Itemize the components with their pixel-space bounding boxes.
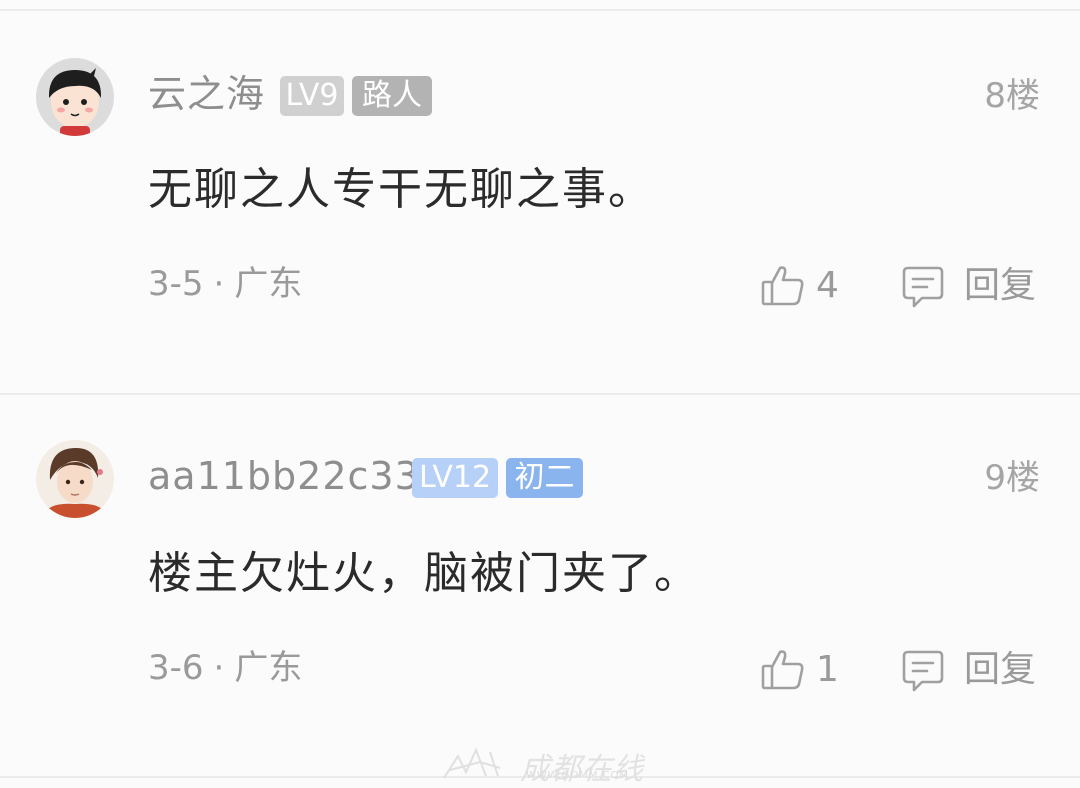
top-divider — [0, 9, 1080, 11]
comment-meta: 3-6 · 广东 — [148, 648, 302, 688]
avatar[interactable] — [36, 58, 114, 136]
comment-text: 无聊之人专干无聊之事。 — [148, 164, 654, 215]
reply-button[interactable]: 回复 — [964, 650, 1036, 690]
comment-location: 广东 — [234, 264, 303, 304]
meta-separator: · — [213, 264, 225, 304]
floor-number: 9楼 — [984, 458, 1040, 498]
floor-number: 8楼 — [984, 76, 1040, 116]
comment-date: 3-6 — [148, 648, 204, 688]
username[interactable]: 云之海 — [148, 72, 265, 116]
rank-badge: 初二 — [506, 458, 583, 498]
thumbs-up-icon[interactable] — [760, 262, 806, 308]
avatar[interactable] — [36, 440, 114, 518]
watermark-url: WWW.GDMM.COM — [526, 770, 630, 781]
comment-text: 楼主欠灶火，脑被门夹了。 — [148, 548, 700, 599]
like-count: 1 — [816, 649, 839, 690]
comment-item: 云之海 LV9 路人 8楼 无聊之人专干无聊之事。 3-5 · 广东 4 回复 — [0, 12, 1080, 392]
level-badge: LV12 — [412, 458, 498, 498]
comment-location: 广东 — [234, 648, 303, 688]
comment-date: 3-5 — [148, 264, 204, 304]
rank-badge: 路人 — [352, 76, 432, 116]
comment-meta: 3-5 · 广东 — [148, 264, 302, 304]
watermark-text: 成都在线 — [520, 752, 644, 787]
reply-button[interactable]: 回复 — [964, 266, 1036, 306]
thumbs-up-icon[interactable] — [760, 646, 806, 692]
like-count: 4 — [816, 265, 839, 306]
meta-separator: · — [213, 648, 225, 688]
username[interactable]: aa11bb22c33 — [148, 454, 420, 498]
comment-bubble-icon[interactable] — [900, 264, 946, 310]
comment-bubble-icon[interactable] — [900, 648, 946, 694]
comment-divider — [0, 393, 1080, 395]
comment-item: aa11bb22c33 LV12 初二 9楼 楼主欠灶火，脑被门夹了。 3-6 ·… — [0, 396, 1080, 776]
level-badge: LV9 — [280, 76, 344, 116]
